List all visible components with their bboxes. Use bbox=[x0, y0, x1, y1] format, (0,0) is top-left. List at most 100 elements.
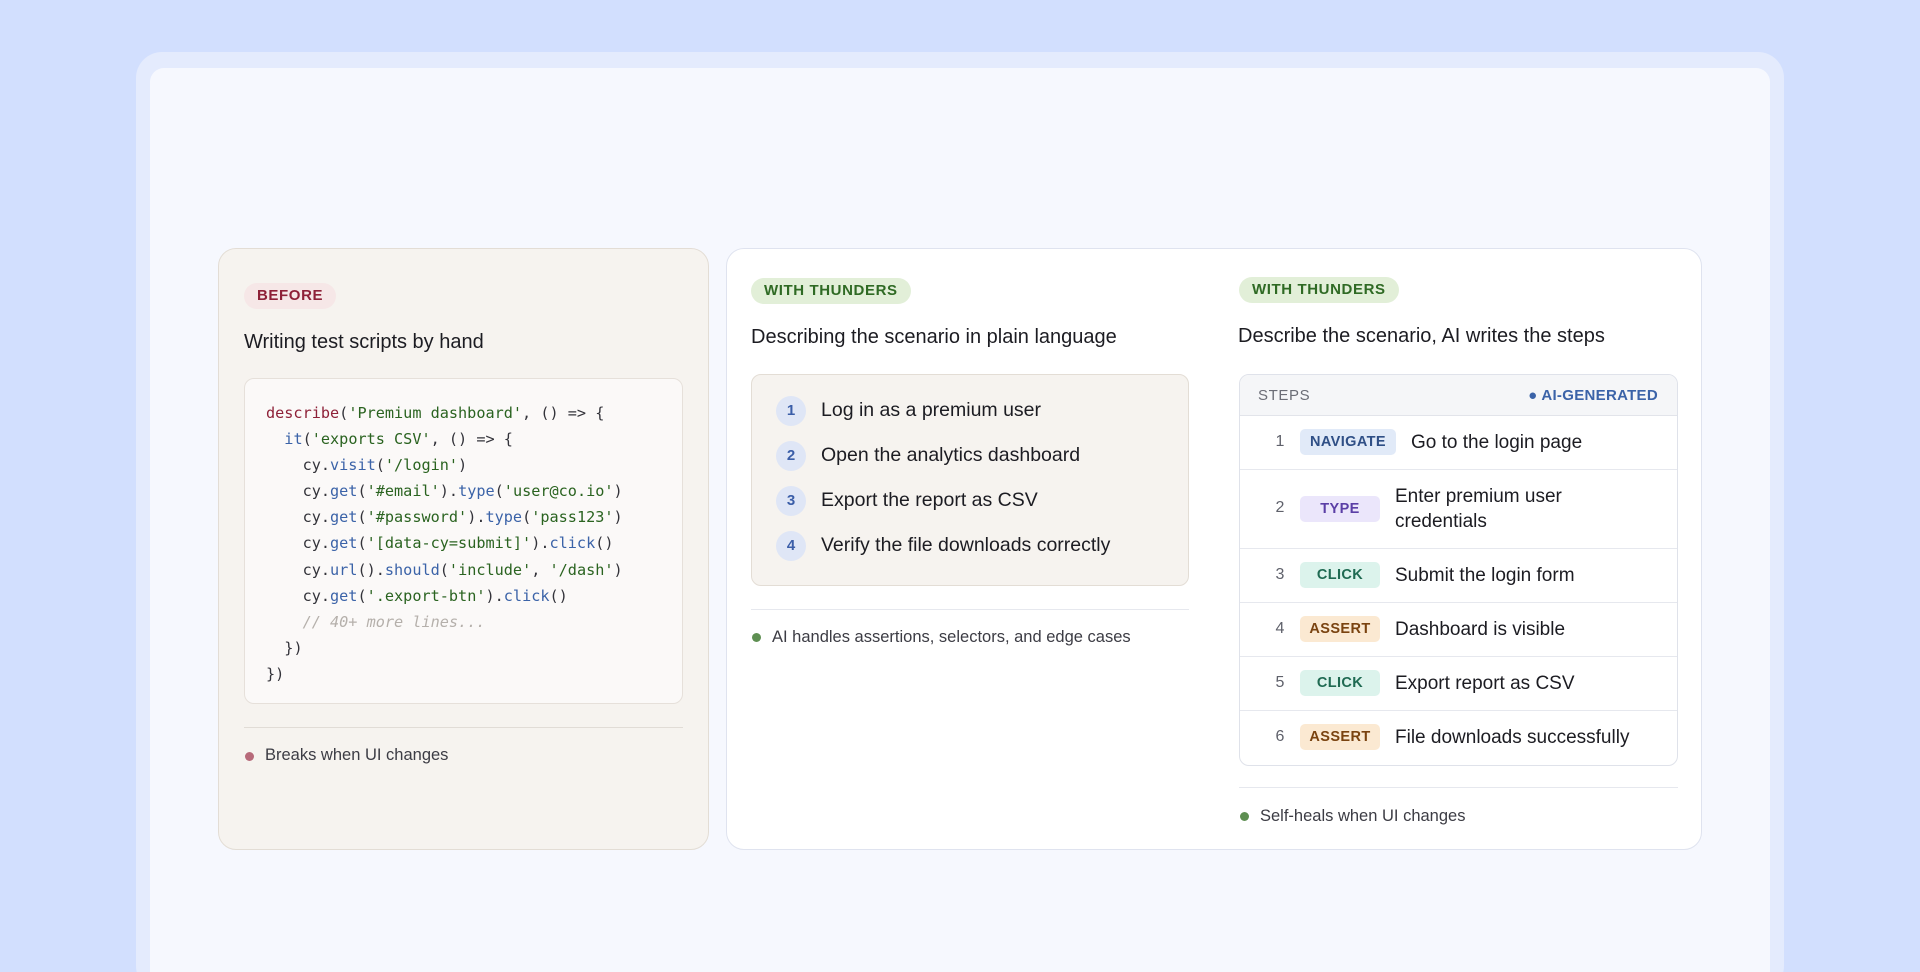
code-line: cy.get('.export-btn').click() bbox=[266, 583, 682, 609]
code-token: ). bbox=[531, 534, 550, 553]
code-token: , () => { bbox=[430, 430, 513, 449]
step-number: 1 bbox=[1275, 433, 1285, 450]
plain-item-text: Log in as a premium user bbox=[821, 399, 1042, 421]
code-token: ( bbox=[357, 508, 367, 527]
before-badge: BEFORE bbox=[244, 283, 337, 309]
code-token: }) bbox=[284, 638, 303, 657]
action-tag-type: TYPE bbox=[1300, 496, 1380, 522]
code-token: cy. bbox=[302, 482, 331, 501]
code-token: it bbox=[284, 430, 303, 449]
step-text: Export report as CSV bbox=[1395, 673, 1575, 694]
step-text: Enter premium user credentials bbox=[1395, 486, 1562, 532]
code-token: url bbox=[330, 560, 358, 579]
code-token: cy. bbox=[302, 534, 331, 553]
step-row[interactable]: 1 NAVIGATE Go to the login page bbox=[1240, 416, 1677, 470]
before-title: Writing test scripts by hand bbox=[244, 331, 484, 353]
plain-title: Describing the scenario in plain languag… bbox=[751, 326, 1117, 348]
code-token: type bbox=[485, 508, 523, 527]
code-token: ( bbox=[357, 534, 367, 553]
ai-title: Describe the scenario, AI writes the ste… bbox=[1238, 325, 1605, 347]
code-token: ). bbox=[485, 586, 504, 605]
plain-scenario-box: 1 Log in as a premium user 2 Open the an… bbox=[751, 374, 1189, 586]
code-token: ( bbox=[439, 560, 449, 579]
code-token: ( bbox=[375, 456, 385, 475]
code-token: cy. bbox=[302, 456, 331, 475]
red-status-dot-icon bbox=[245, 752, 254, 761]
code-token: () bbox=[595, 534, 614, 553]
step-number: 6 bbox=[1275, 728, 1285, 745]
code-token: ). bbox=[467, 508, 486, 527]
code-token: 'exports CSV' bbox=[311, 430, 431, 449]
plain-badge: WITH THUNDERS bbox=[751, 278, 911, 304]
code-token: '#email' bbox=[366, 482, 440, 501]
code-token: click bbox=[549, 534, 596, 553]
step-row[interactable]: 6 ASSERT File downloads successfully bbox=[1240, 711, 1677, 765]
step-number-badge: 3 bbox=[776, 486, 806, 516]
action-tag-assert: ASSERT bbox=[1300, 724, 1380, 750]
ai-divider bbox=[1239, 787, 1678, 788]
plain-item-text: Verify the file downloads correctly bbox=[821, 534, 1111, 556]
code-token: get bbox=[330, 482, 358, 501]
code-token: get bbox=[330, 586, 358, 605]
code-line: }) bbox=[266, 635, 682, 661]
step-row[interactable]: 5 CLICK Export report as CSV bbox=[1240, 657, 1677, 711]
with-card: WITH THUNDERS Describing the scenario in… bbox=[726, 248, 1702, 850]
code-token: , bbox=[531, 560, 550, 579]
code-token: should bbox=[384, 560, 440, 579]
code-token: cy. bbox=[302, 586, 331, 605]
code-token: ( bbox=[357, 482, 367, 501]
step-number-badge: 1 bbox=[776, 396, 806, 426]
code-line: cy.visit('/login') bbox=[266, 452, 682, 478]
plain-item-text: Open the analytics dashboard bbox=[821, 444, 1081, 466]
code-token: // 40+ more lines... bbox=[302, 612, 486, 631]
code-token: ( bbox=[494, 482, 504, 501]
ai-footnote: Self-heals when UI changes bbox=[1260, 807, 1466, 825]
code-token: get bbox=[330, 508, 358, 527]
code-token: '[data-cy=submit]' bbox=[366, 534, 532, 553]
code-token: describe bbox=[266, 404, 340, 422]
code-line: cy.get('#email').type('user@co.io') bbox=[266, 478, 682, 504]
ai-badge: WITH THUNDERS bbox=[1239, 277, 1399, 303]
code-token: (). bbox=[357, 560, 385, 579]
code-token: ) bbox=[613, 482, 623, 501]
code-token: , () => { bbox=[522, 404, 605, 422]
code-token: 'pass123' bbox=[531, 508, 614, 527]
code-line: describe('Premium dashboard', () => { bbox=[266, 400, 682, 426]
green-status-dot-icon bbox=[752, 633, 761, 642]
code-token: get bbox=[330, 534, 358, 553]
code-token: ) bbox=[458, 456, 468, 475]
step-row[interactable]: 3 CLICK Submit the login form bbox=[1240, 549, 1677, 603]
code-token: () bbox=[549, 586, 568, 605]
code-token: }) bbox=[266, 664, 285, 683]
code-token: ( bbox=[357, 586, 367, 605]
action-tag-assert: ASSERT bbox=[1300, 616, 1380, 642]
step-text: Submit the login form bbox=[1395, 565, 1575, 586]
before-divider bbox=[244, 727, 683, 728]
code-token: visit bbox=[330, 456, 376, 475]
step-row[interactable]: 4 ASSERT Dashboard is visible bbox=[1240, 603, 1677, 657]
step-number-badge: 2 bbox=[776, 441, 806, 471]
ai-generated-badge: ● AI-GENERATED bbox=[1528, 387, 1658, 404]
code-token: '#password' bbox=[366, 508, 468, 527]
step-text: Go to the login page bbox=[1411, 432, 1583, 453]
code-token: '.export-btn' bbox=[366, 586, 486, 605]
code-token: '/dash' bbox=[549, 560, 614, 579]
step-number: 5 bbox=[1275, 674, 1285, 691]
plain-item-text: Export the report as CSV bbox=[821, 489, 1038, 511]
step-row[interactable]: 2 TYPE Enter premium user credentials bbox=[1240, 470, 1677, 549]
action-tag-click: CLICK bbox=[1300, 562, 1380, 588]
before-footnote: Breaks when UI changes bbox=[265, 746, 449, 764]
code-line: // 40+ more lines... bbox=[266, 609, 682, 635]
code-token: ( bbox=[522, 508, 532, 527]
green-status-dot-icon bbox=[1240, 812, 1249, 821]
code-line: }) bbox=[266, 661, 682, 687]
code-line: cy.url().should('include', '/dash') bbox=[266, 557, 682, 583]
action-tag-navigate: NAVIGATE bbox=[1300, 429, 1396, 455]
plain-divider bbox=[751, 609, 1189, 610]
steps-header: STEPS ● AI-GENERATED bbox=[1240, 375, 1677, 416]
step-number: 2 bbox=[1275, 499, 1285, 516]
code-token: ) bbox=[613, 560, 623, 579]
step-number: 3 bbox=[1275, 566, 1285, 583]
action-tag-click: CLICK bbox=[1300, 670, 1380, 696]
steps-table: STEPS ● AI-GENERATED 1 NAVIGATE Go to th… bbox=[1239, 374, 1678, 766]
